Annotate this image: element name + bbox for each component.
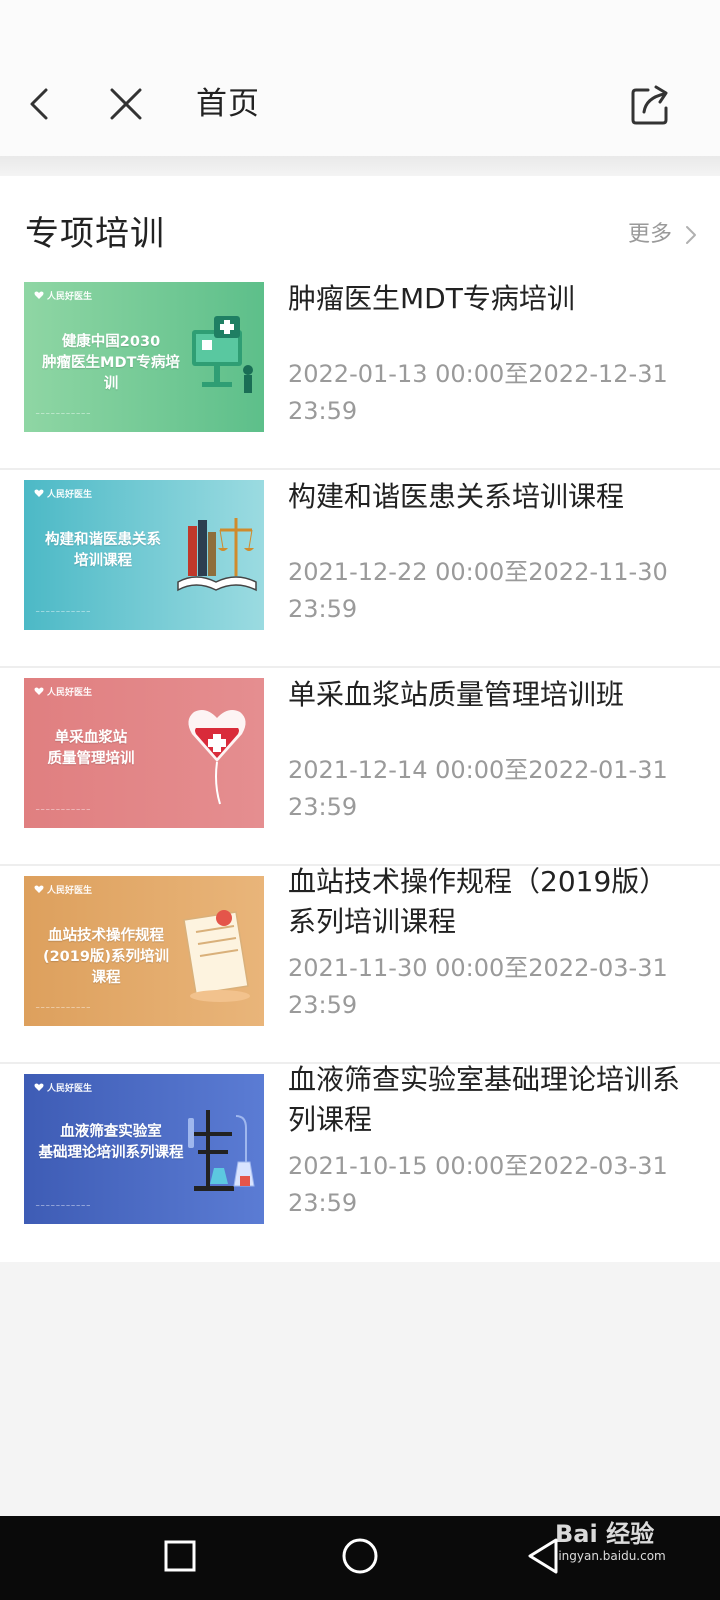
watermark-url: jingyan.baidu.com [555, 1549, 666, 1563]
lab-equipment-illustration [188, 1110, 255, 1191]
thumbnail-title: 单采血浆站 质量管理培训 [47, 730, 135, 767]
course-thumbnail[interactable]: 人民好医生 健康中国2030 肿瘤医生MDT专病培训 ─ ─ ─ ─ ─ ─ ─ … [24, 282, 264, 432]
thumbnail-brand: 人民好医生 [34, 488, 92, 501]
heart-logo-icon [34, 1083, 44, 1091]
chevron-right-icon[interactable] [683, 223, 699, 247]
heart-logo-icon [34, 885, 44, 893]
thumbnail-footer: ─ ─ ─ ─ ─ ─ ─ ─ ─ ─ ─ [36, 609, 90, 615]
course-dates: 2021-12-22 00:00至2022-11-30 23:59 [288, 558, 668, 623]
thumbnail-title: 健康中国2030 肿瘤医生MDT专病培训 [42, 334, 180, 392]
course-item[interactable]: 人民好医生 单采血浆站 质量管理培训 ─ ─ ─ ─ ─ ─ ─ ─ ─ ─ ─ … [0, 666, 720, 866]
more-link[interactable]: 更多 [628, 220, 672, 250]
square-icon[interactable] [160, 1536, 200, 1576]
course-thumbnail[interactable]: 人民好医生 构建和谐医患关系 培训课程 ─ ─ ─ ─ ─ ─ ─ ─ ─ ─ ─ [24, 480, 264, 630]
top-app-bar: 首页 [0, 0, 720, 160]
thumbnail-brand: 人民好医生 [34, 686, 92, 699]
thumbnail-footer: ─ ─ ─ ─ ─ ─ ─ ─ ─ ─ ─ [36, 807, 90, 813]
thumbnail-title: 血站技术操作规程 (2019版)系列培训课程 [42, 928, 170, 986]
medical-monitor-illustration [192, 316, 253, 393]
thumbnail-brand: 人民好医生 [34, 884, 92, 897]
share-icon[interactable] [628, 82, 674, 128]
course-item[interactable]: 人民好医生 健康中国2030 肿瘤医生MDT专病培训 ─ ─ ─ ─ ─ ─ ─ … [0, 270, 720, 470]
course-item[interactable]: 人民好医生 血站技术操作规程 (2019版)系列培训课程 ─ ─ ─ ─ ─ ─ … [0, 864, 720, 1064]
thumbnail-footer: ─ ─ ─ ─ ─ ─ ─ ─ ─ ─ ─ [36, 411, 90, 417]
thumbnail-title: 血液筛查实验室 基础理论培训系列课程 [38, 1124, 184, 1161]
heart-logo-icon [34, 489, 44, 497]
close-icon[interactable] [104, 82, 148, 126]
course-title[interactable]: 血液筛查实验室基础理论培训系列课程 [288, 1060, 688, 1140]
course-dates: 2021-12-14 00:00至2022-01-31 23:59 [288, 756, 668, 821]
thumbnail-brand: 人民好医生 [34, 290, 92, 303]
baidu-watermark: Bai 经验 jingyan.baidu.com [555, 1520, 666, 1564]
course-thumbnail[interactable]: 人民好医生 单采血浆站 质量管理培训 ─ ─ ─ ─ ─ ─ ─ ─ ─ ─ ─ [24, 678, 264, 828]
course-title[interactable]: 构建和谐医患关系培训课程 [288, 478, 688, 516]
training-section: 专项培训 更多 人民好医生 健康中国2030 肿瘤医生MDT专病培训 ─ ─ ─ … [0, 176, 720, 1262]
course-title[interactable]: 肿瘤医生MDT专病培训 [288, 280, 688, 318]
course-thumbnail[interactable]: 人民好医生 血站技术操作规程 (2019版)系列培训课程 ─ ─ ─ ─ ─ ─ … [24, 876, 264, 1026]
section-title: 专项培训 [25, 214, 165, 254]
course-thumbnail[interactable]: 人民好医生 血液筛查实验室 基础理论培训系列课程 ─ ─ ─ ─ ─ ─ ─ ─ … [24, 1074, 264, 1224]
blood-bag-illustration [188, 710, 246, 805]
course-dates: 2021-11-30 00:00至2022-03-31 23:59 [288, 954, 668, 1019]
course-title[interactable]: 血站技术操作规程（2019版）系列培训课程 [288, 862, 688, 942]
document-scroll-illustration [183, 910, 250, 1002]
heart-logo-icon [34, 687, 44, 695]
page-title: 首页 [196, 86, 260, 122]
heart-logo-icon [34, 291, 44, 299]
thumbnail-title: 构建和谐医患关系 培训课程 [45, 532, 161, 569]
course-title[interactable]: 单采血浆站质量管理培训班 [288, 676, 688, 714]
thumbnail-brand: 人民好医生 [34, 1082, 92, 1095]
back-icon[interactable] [22, 82, 62, 126]
thumbnail-footer: ─ ─ ─ ─ ─ ─ ─ ─ ─ ─ ─ [36, 1203, 90, 1209]
watermark-text: Bai 经验 [555, 1520, 655, 1548]
header-divider [0, 156, 720, 176]
books-and-scales-illustration [177, 518, 257, 592]
course-dates: 2022-01-13 00:00至2022-12-31 23:59 [288, 360, 668, 425]
thumbnail-footer: ─ ─ ─ ─ ─ ─ ─ ─ ─ ─ ─ [36, 1005, 90, 1011]
course-dates: 2021-10-15 00:00至2022-03-31 23:59 [288, 1152, 668, 1217]
course-item[interactable]: 人民好医生 构建和谐医患关系 培训课程 ─ ─ ─ ─ ─ ─ ─ ─ ─ ─ ─… [0, 468, 720, 668]
course-item[interactable]: 人民好医生 血液筛查实验室 基础理论培训系列课程 ─ ─ ─ ─ ─ ─ ─ ─ … [0, 1062, 720, 1262]
circle-icon[interactable] [340, 1536, 380, 1576]
